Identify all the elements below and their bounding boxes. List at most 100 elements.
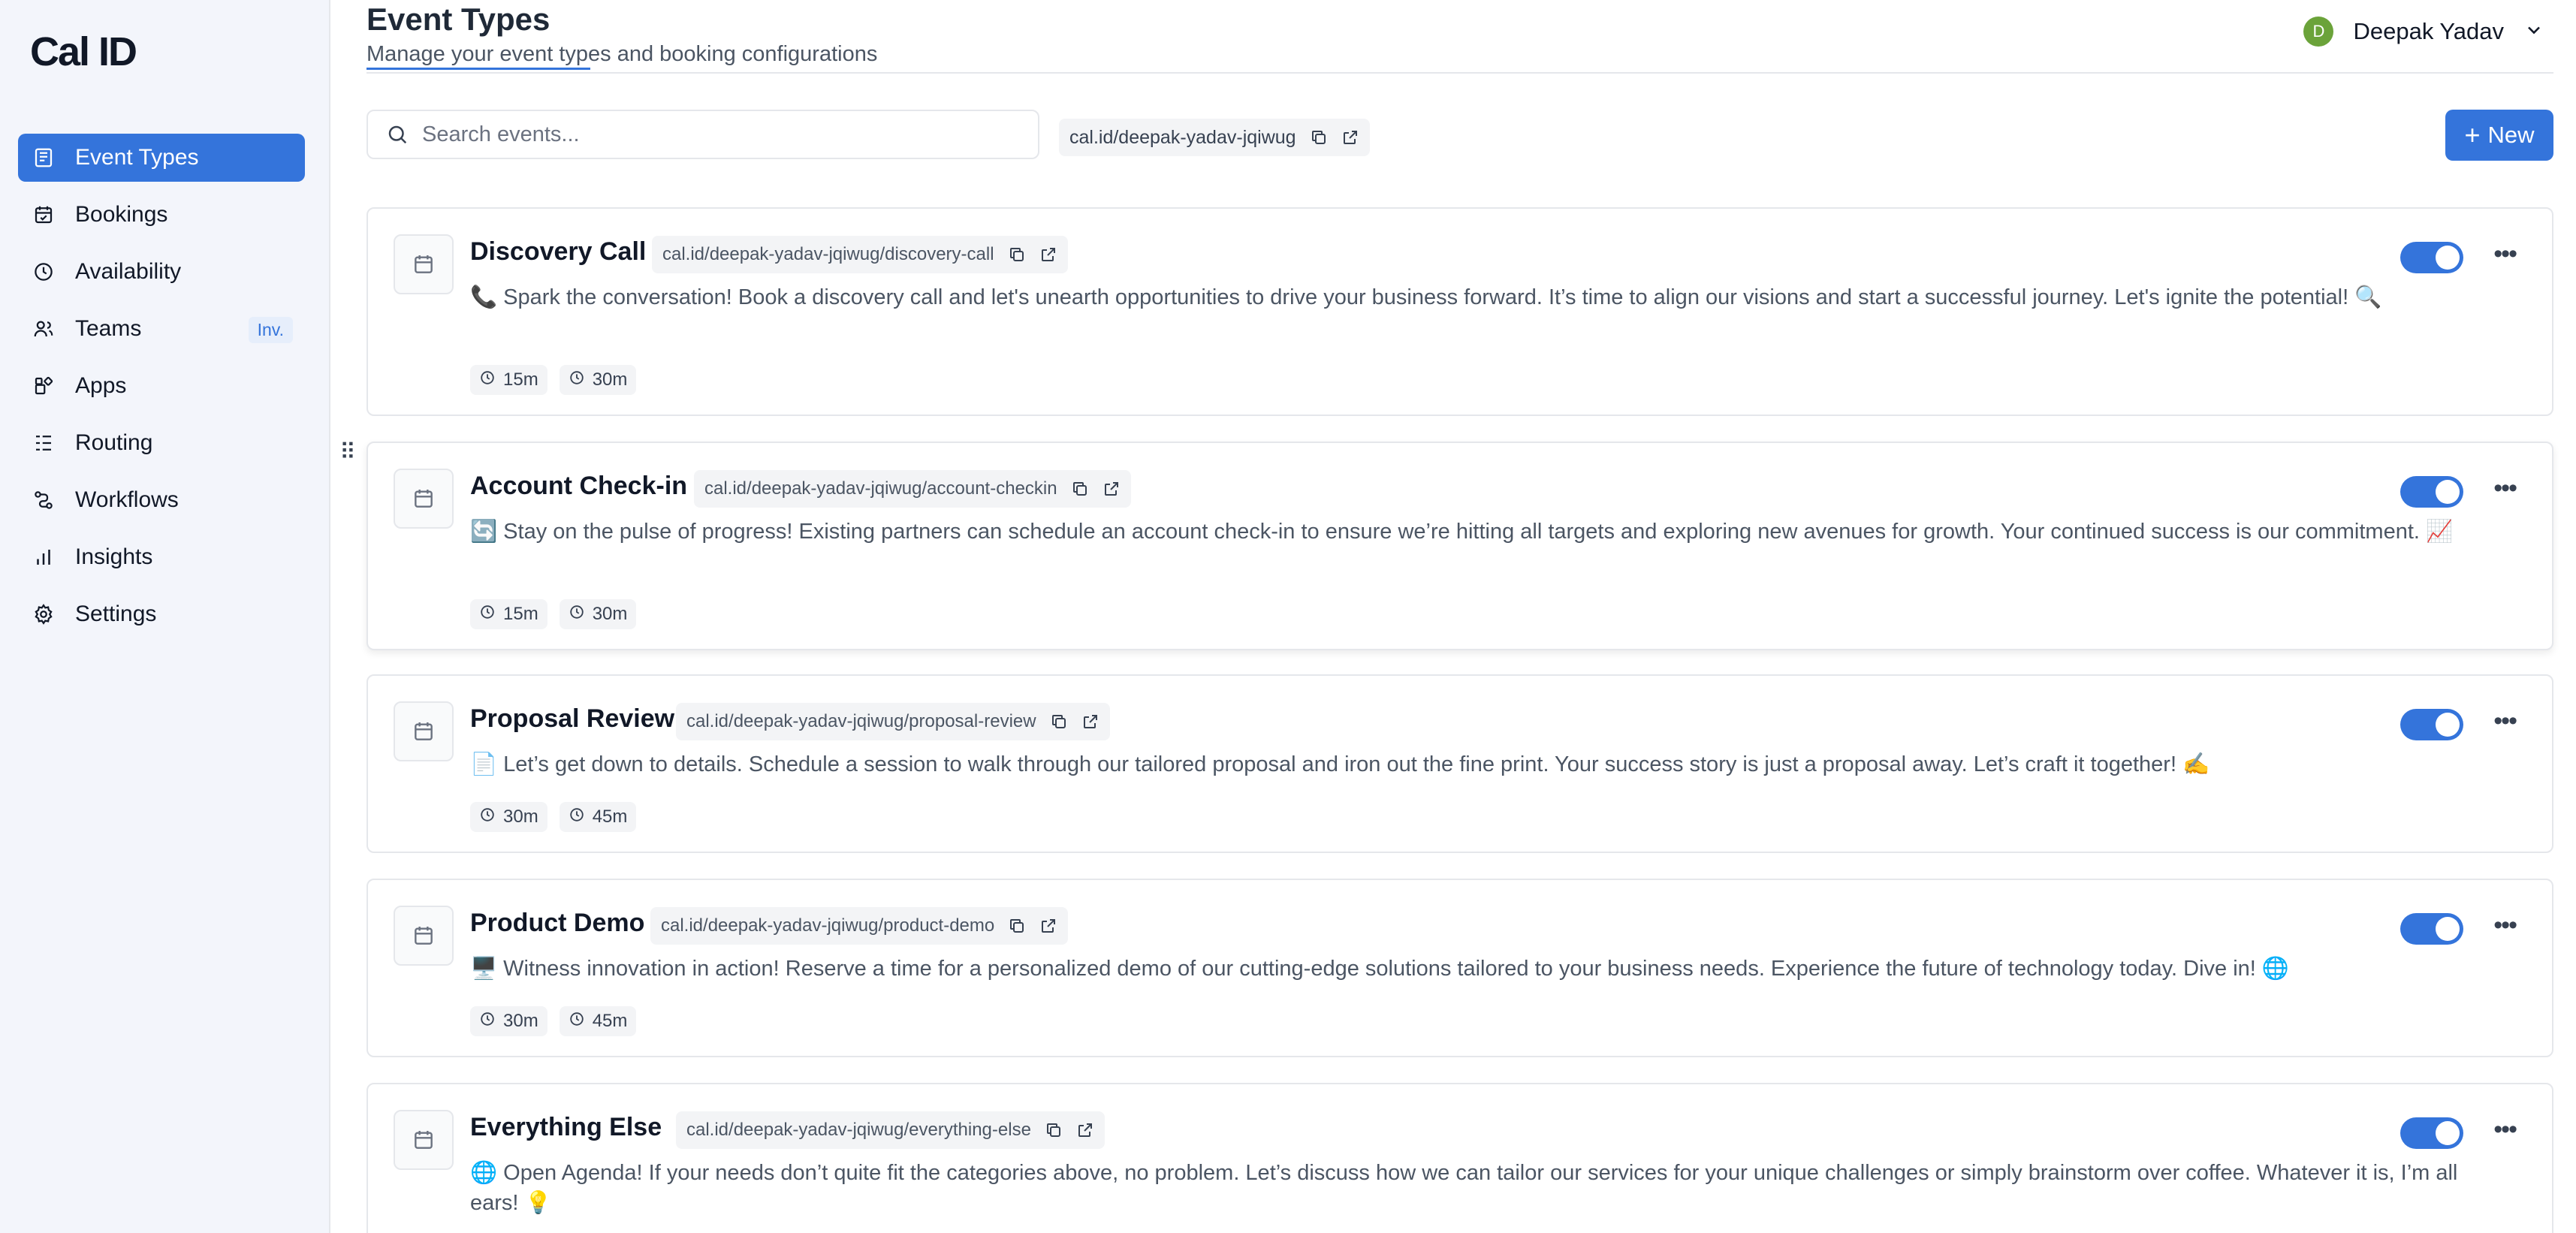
new-button-label: New bbox=[2487, 122, 2535, 148]
event-link-text[interactable]: cal.id/deepak-yadav-jqiwug/account-check… bbox=[704, 478, 1057, 499]
copy-icon[interactable] bbox=[1045, 1121, 1063, 1139]
more-options-icon[interactable]: ••• bbox=[2493, 708, 2517, 734]
external-link-icon[interactable] bbox=[1039, 246, 1057, 264]
bar-chart-icon bbox=[32, 545, 56, 569]
event-title[interactable]: Proposal Review bbox=[470, 704, 674, 734]
event-card[interactable]: Proposal Review cal.id/deepak-yadav-jqiw… bbox=[366, 674, 2553, 853]
event-link-text[interactable]: cal.id/deepak-yadav-jqiwug/everything-el… bbox=[686, 1120, 1031, 1141]
search-box[interactable] bbox=[366, 110, 1039, 159]
user-menu[interactable]: D Deepak Yadav bbox=[2303, 17, 2544, 47]
event-durations: 30m 45m bbox=[470, 802, 648, 832]
copy-icon[interactable] bbox=[1008, 246, 1026, 264]
event-enabled-toggle[interactable] bbox=[2400, 476, 2463, 508]
profile-link-pill: cal.id/deepak-yadav-jqiwug bbox=[1059, 119, 1370, 156]
event-title[interactable]: Everything Else bbox=[470, 1113, 662, 1142]
sidebar-item-label: Event Types bbox=[75, 145, 199, 170]
sidebar-item-label: Settings bbox=[75, 601, 157, 626]
calendar-icon bbox=[394, 906, 454, 966]
external-link-icon[interactable] bbox=[1102, 480, 1121, 498]
event-enabled-toggle[interactable] bbox=[2400, 242, 2463, 273]
event-description: 🖥️ Witness innovation in action! Reserve… bbox=[470, 957, 2289, 981]
sidebar-item-label: Insights bbox=[75, 544, 153, 569]
event-description: 🌐 Open Agenda! If your needs don’t quite… bbox=[470, 1161, 2458, 1215]
copy-icon[interactable] bbox=[1050, 713, 1068, 731]
user-name: Deepak Yadav bbox=[2353, 18, 2504, 44]
drag-handle-icon[interactable]: ⠿ bbox=[339, 439, 356, 466]
event-card[interactable]: Product Demo cal.id/deepak-yadav-jqiwug/… bbox=[366, 879, 2553, 1057]
duration-label: 15m bbox=[503, 604, 538, 624]
event-link-pill: cal.id/deepak-yadav-jqiwug/discovery-cal… bbox=[652, 236, 1068, 273]
clock-icon bbox=[569, 604, 593, 626]
more-options-icon[interactable]: ••• bbox=[2493, 475, 2517, 501]
calendar-icon bbox=[394, 469, 454, 529]
event-link-pill: cal.id/deepak-yadav-jqiwug/account-check… bbox=[694, 470, 1131, 508]
event-description: 📞 Spark the conversation! Book a discove… bbox=[470, 285, 2382, 309]
sidebar-item-teams[interactable]: Teams Inv. bbox=[18, 305, 305, 353]
event-enabled-toggle[interactable] bbox=[2400, 1117, 2463, 1149]
search-icon bbox=[388, 125, 407, 144]
event-title[interactable]: Account Check-in bbox=[470, 472, 687, 501]
toggle-knob bbox=[2436, 917, 2460, 941]
toggle-knob bbox=[2436, 713, 2460, 737]
toggle-knob bbox=[2436, 1121, 2460, 1145]
sidebar-item-label: Routing bbox=[75, 430, 153, 455]
sidebar-item-label: Workflows bbox=[75, 487, 179, 512]
clock-icon bbox=[479, 604, 503, 626]
clock-icon bbox=[479, 806, 503, 828]
event-title[interactable]: Product Demo bbox=[470, 909, 644, 938]
clock-icon bbox=[479, 369, 503, 391]
new-event-button[interactable]: + New bbox=[2445, 110, 2553, 161]
duration-badge: 15m bbox=[470, 365, 547, 395]
copy-icon[interactable] bbox=[1310, 128, 1328, 146]
search-input[interactable] bbox=[422, 122, 1008, 147]
external-link-icon[interactable] bbox=[1039, 917, 1057, 935]
event-link-text[interactable]: cal.id/deepak-yadav-jqiwug/proposal-revi… bbox=[686, 711, 1036, 732]
event-durations: 15m 30m bbox=[470, 365, 648, 395]
copy-icon[interactable] bbox=[1008, 917, 1026, 935]
external-link-icon[interactable] bbox=[1076, 1121, 1094, 1139]
event-enabled-toggle[interactable] bbox=[2400, 709, 2463, 740]
event-card[interactable]: Everything Else cal.id/deepak-yadav-jqiw… bbox=[366, 1083, 2553, 1233]
app-logo[interactable]: Cal ID bbox=[30, 29, 137, 75]
sidebar-item-availability[interactable]: Availability bbox=[18, 248, 305, 296]
more-options-icon[interactable]: ••• bbox=[2493, 1117, 2517, 1142]
sidebar-item-label: Availability bbox=[75, 259, 182, 284]
grid-icon bbox=[32, 374, 56, 398]
duration-badge: 30m bbox=[559, 365, 637, 395]
users-icon bbox=[32, 317, 56, 341]
page-title: Event Types bbox=[366, 2, 550, 37]
sidebar-item-routing[interactable]: Routing bbox=[18, 419, 305, 467]
profile-link-text[interactable]: cal.id/deepak-yadav-jqiwug bbox=[1069, 127, 1296, 149]
list-icon bbox=[32, 431, 56, 455]
clock-icon bbox=[569, 806, 593, 828]
copy-icon[interactable] bbox=[1071, 480, 1089, 498]
duration-label: 45m bbox=[592, 806, 628, 827]
event-link-text[interactable]: cal.id/deepak-yadav-jqiwug/product-demo bbox=[661, 915, 994, 936]
event-link-pill: cal.id/deepak-yadav-jqiwug/proposal-revi… bbox=[676, 703, 1110, 740]
external-link-icon[interactable] bbox=[1341, 128, 1359, 146]
event-enabled-toggle[interactable] bbox=[2400, 913, 2463, 945]
external-link-icon[interactable] bbox=[1081, 713, 1099, 731]
sidebar-item-bookings[interactable]: Bookings bbox=[18, 191, 305, 239]
more-options-icon[interactable]: ••• bbox=[2493, 912, 2517, 938]
sidebar-item-settings[interactable]: Settings bbox=[18, 590, 305, 638]
sidebar-item-label: Apps bbox=[75, 373, 127, 398]
event-durations: 15m 30m bbox=[470, 599, 648, 629]
event-card[interactable]: Discovery Call cal.id/deepak-yadav-jqiwu… bbox=[366, 207, 2553, 416]
sidebar-item-apps[interactable]: Apps bbox=[18, 362, 305, 410]
duration-badge: 45m bbox=[559, 802, 637, 832]
duration-badge: 30m bbox=[470, 802, 547, 832]
duration-label: 30m bbox=[592, 604, 628, 624]
sidebar-item-event-types[interactable]: Event Types bbox=[18, 134, 305, 182]
event-link-text[interactable]: cal.id/deepak-yadav-jqiwug/discovery-cal… bbox=[662, 244, 994, 265]
duration-badge: 15m bbox=[470, 599, 547, 629]
subtitle-underline bbox=[366, 68, 590, 70]
sidebar-item-workflows[interactable]: Workflows bbox=[18, 476, 305, 524]
more-options-icon[interactable]: ••• bbox=[2493, 241, 2517, 267]
event-title[interactable]: Discovery Call bbox=[470, 237, 646, 267]
sidebar-item-insights[interactable]: Insights bbox=[18, 533, 305, 581]
duration-badge: 30m bbox=[559, 599, 637, 629]
chevron-down-icon[interactable] bbox=[2523, 20, 2544, 44]
event-card[interactable]: Account Check-in cal.id/deepak-yadav-jqi… bbox=[366, 442, 2553, 650]
plus-icon: + bbox=[2464, 119, 2481, 150]
